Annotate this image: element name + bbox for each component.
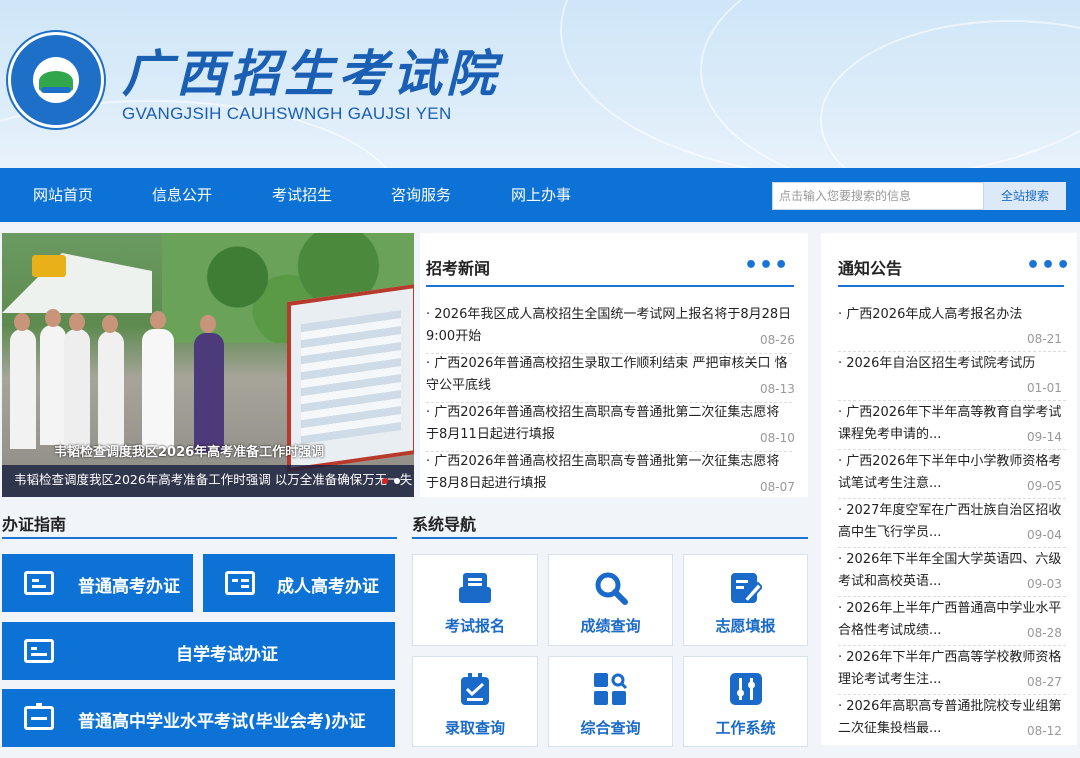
- grid-search-icon: [594, 673, 628, 705]
- guide-button-gaokao[interactable]: 普通高考办证: [2, 554, 193, 612]
- notice-item[interactable]: · 广西2026年成人高考报名办法: [838, 304, 1066, 326]
- site-logo-emblem[interactable]: [8, 32, 104, 128]
- slide-dot[interactable]: [394, 478, 400, 484]
- search-icon: [595, 572, 628, 605]
- tile-score-query[interactable]: 成绩查询: [548, 554, 673, 646]
- tile-exam-registration[interactable]: 考试报名: [412, 554, 538, 646]
- site-subtitle: GVANGJSIH CAUHSWNGH GAUJSI YEN: [122, 104, 452, 123]
- notice-date: 09-05: [1027, 479, 1062, 493]
- id-card-icon: [225, 571, 255, 595]
- news-item[interactable]: · 2026年我区成人高校招生全国统一考试网上报名将于8月28日9:00开始: [426, 304, 792, 348]
- badge-icon: [24, 703, 54, 730]
- notice-panel-title: 通知公告: [838, 259, 903, 278]
- nav-item-online[interactable]: 网上办事: [511, 168, 571, 222]
- tile-work-system[interactable]: 工作系统: [683, 656, 808, 747]
- checklist-icon: [461, 673, 489, 705]
- slide-overlay-title: 韦韬检查调度我区2026年高考准备工作时强调: [54, 445, 325, 460]
- tv-logo-icon: [32, 255, 66, 277]
- edit-form-icon: [731, 573, 762, 604]
- registration-icon: [459, 573, 491, 603]
- news-item[interactable]: · 广西2026年普通高校招生高职高专普通批第二次征集志愿将于8月11日起进行填…: [426, 402, 792, 446]
- slide-caption[interactable]: 韦韬检查调度我区2026年高考准备工作时强调 以万全准备确保万无一失: [14, 469, 414, 488]
- notice-date: 01-01: [1027, 381, 1062, 395]
- news-item[interactable]: · 广西2026年普通高校招生录取工作顺利结束 严把审核关口 恪守公平底线: [426, 353, 792, 397]
- news-panel-title: 招考新闻: [426, 259, 491, 278]
- news-slideshow[interactable]: 韦韬检查调度我区2026年高考准备工作时强调 韦韬检查调度我区2026年高考准备…: [2, 233, 414, 497]
- search-button[interactable]: 全站搜索: [984, 182, 1066, 210]
- tile-admission-query[interactable]: 录取查询: [412, 656, 538, 747]
- nav-item-info[interactable]: 信息公开: [152, 168, 212, 222]
- notice-date: 08-27: [1027, 675, 1062, 689]
- notice-date: 09-14: [1027, 430, 1062, 444]
- notice-date: 08-21: [1027, 332, 1062, 346]
- news-more-icon[interactable]: •••: [744, 255, 789, 277]
- news-item[interactable]: · 广西2026年普通高校招生高职高专普通批第一次征集志愿将于8月8日起进行填报: [426, 451, 792, 495]
- tile-application[interactable]: 志愿填报: [683, 554, 808, 646]
- news-date: 08-26: [760, 333, 795, 347]
- notice-item[interactable]: · 2026年自治区招生考试院考试历: [838, 353, 1066, 375]
- news-date: 08-07: [760, 480, 795, 494]
- system-section-title: 系统导航: [412, 515, 477, 534]
- notice-date: 09-03: [1027, 577, 1062, 591]
- notice-date: 08-12: [1027, 724, 1062, 738]
- guide-section-title: 办证指南: [2, 515, 67, 534]
- nav-item-consult[interactable]: 咨询服务: [391, 168, 451, 222]
- id-card-icon: [24, 571, 54, 595]
- id-card-icon: [24, 639, 54, 663]
- tile-general-query[interactable]: 综合查询: [548, 656, 673, 747]
- news-date: 08-10: [760, 431, 795, 445]
- sliders-icon: [730, 673, 762, 705]
- guide-button-selfstudy[interactable]: 自学考试办证: [2, 622, 395, 680]
- news-panel: 招考新闻 ••• · 2026年我区成人高校招生全国统一考试网上报名将于8月28…: [420, 233, 808, 497]
- nav-item-home[interactable]: 网站首页: [33, 168, 93, 222]
- notice-panel: 通知公告 ••• · 广西2026年成人高考报名办法 08-21 · 2026年…: [821, 233, 1077, 745]
- news-date: 08-13: [760, 382, 795, 396]
- notice-date: 09-04: [1027, 528, 1062, 542]
- nav-item-exam[interactable]: 考试招生: [272, 168, 332, 222]
- guide-button-adult[interactable]: 成人高考办证: [203, 554, 395, 612]
- search-input[interactable]: 点击输入您要搜索的信息: [772, 182, 984, 210]
- site-header: 广西招生考试院 GVANGJSIH CAUHSWNGH GAUJSI YEN: [0, 0, 1080, 168]
- guide-button-academic[interactable]: 普通高中学业水平考试(毕业会考)办证: [2, 689, 395, 747]
- notice-date: 08-28: [1027, 626, 1062, 640]
- notice-more-icon[interactable]: •••: [1026, 255, 1071, 277]
- site-title: 广西招生考试院: [122, 44, 500, 103]
- slide-dot-active[interactable]: [382, 478, 388, 484]
